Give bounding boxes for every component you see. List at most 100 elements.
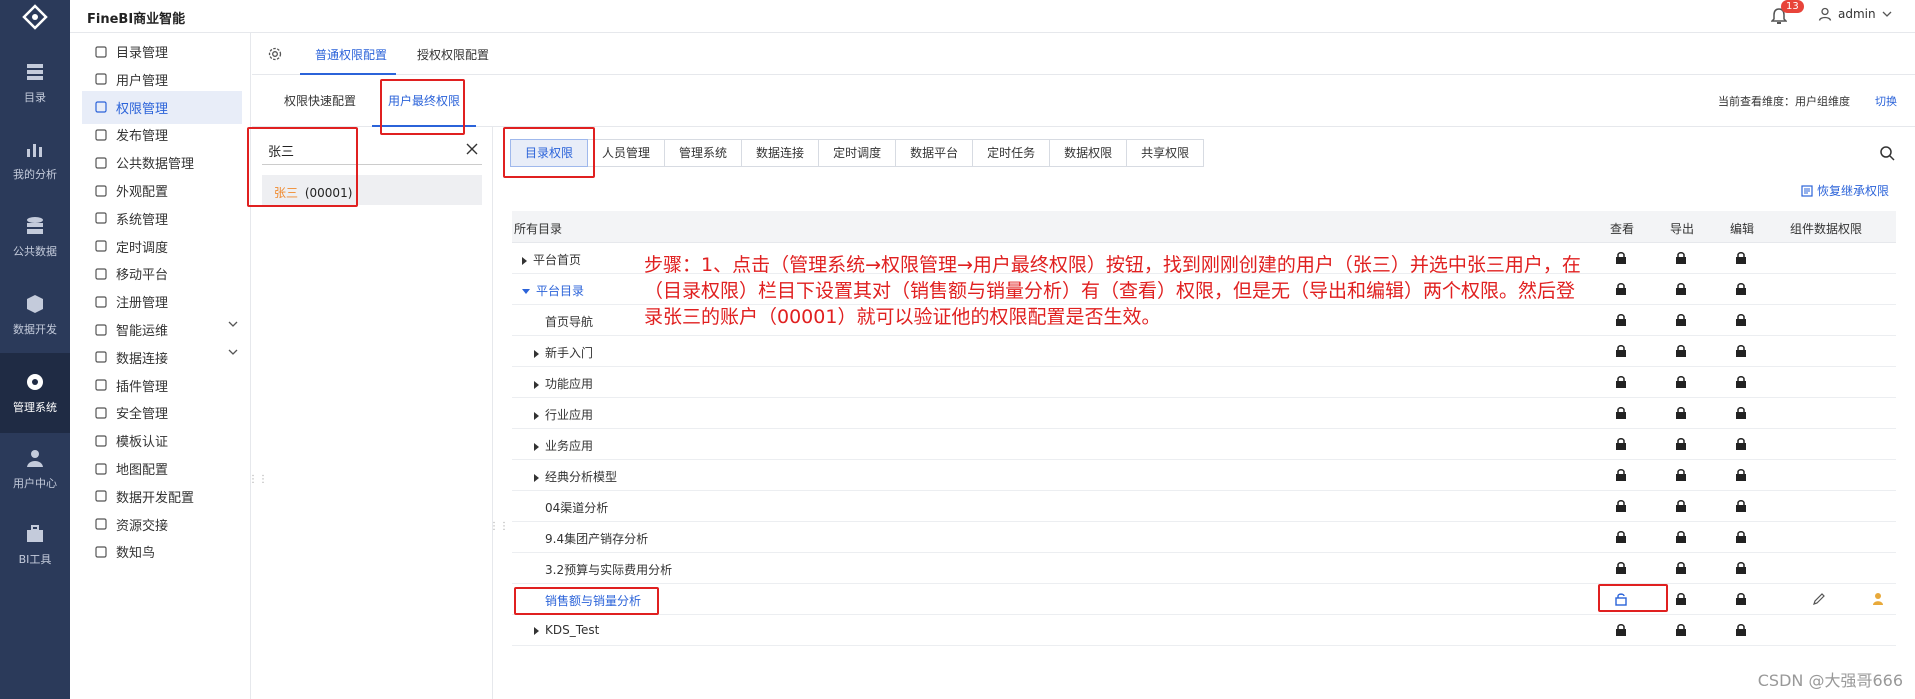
table-row[interactable]: 功能应用	[512, 367, 1896, 398]
nav-item-3[interactable]: 数据开发	[0, 275, 70, 355]
category-tab-3[interactable]: 数据连接	[742, 139, 820, 167]
expand-icon[interactable]	[534, 473, 539, 482]
edit-lock-icon[interactable]	[1735, 406, 1747, 420]
collapse-icon[interactable]	[522, 289, 530, 294]
view-lock-icon[interactable]	[1615, 406, 1627, 420]
export-lock-icon[interactable]	[1675, 499, 1687, 513]
nav-item-0[interactable]: 目录	[0, 43, 70, 123]
highlight-final-tab	[380, 79, 465, 135]
edit-lock-icon[interactable]	[1735, 313, 1747, 327]
export-lock-icon[interactable]	[1675, 530, 1687, 544]
export-lock-icon[interactable]	[1675, 375, 1687, 389]
expand-icon[interactable]	[522, 256, 527, 265]
edit-lock-icon[interactable]	[1735, 561, 1747, 575]
export-lock-icon[interactable]	[1675, 437, 1687, 451]
view-lock-icon[interactable]	[1615, 623, 1627, 637]
table-row[interactable]: 经典分析模型	[512, 460, 1896, 491]
view-lock-icon[interactable]	[1615, 251, 1627, 265]
category-tab-5[interactable]: 数据平台	[896, 139, 974, 167]
row-label: 9.4集团产销存分析	[545, 532, 649, 546]
table-row[interactable]: 04渠道分析	[512, 491, 1896, 522]
expand-icon[interactable]	[534, 442, 539, 451]
row-label: 04渠道分析	[545, 501, 609, 515]
sidebar-item-label: 智能运维	[116, 324, 169, 339]
edit-lock-icon[interactable]	[1735, 344, 1747, 358]
view-lock-icon[interactable]	[1615, 282, 1627, 296]
nav-label: 数据开发	[13, 323, 57, 336]
table-row[interactable]: 9.4集团产销存分析	[512, 522, 1896, 553]
sidebar-item-icon	[95, 435, 107, 447]
export-lock-icon[interactable]	[1675, 592, 1687, 606]
scope-label: 当前查看维度：用户组维度	[1718, 95, 1850, 108]
view-lock-icon[interactable]	[1615, 437, 1627, 451]
scope-switch-link[interactable]: 切换	[1875, 93, 1897, 109]
export-lock-icon[interactable]	[1675, 344, 1687, 358]
expand-icon[interactable]	[534, 411, 539, 420]
view-lock-icon[interactable]	[1615, 375, 1627, 389]
table-row[interactable]: 业务应用	[512, 429, 1896, 460]
tab-general-permission[interactable]: 普通权限配置	[315, 46, 387, 63]
edit-lock-icon[interactable]	[1735, 251, 1747, 265]
sidebar-item-label: 注册管理	[116, 296, 169, 312]
nav-item-6[interactable]: BI工具	[0, 505, 70, 585]
nav-item-5[interactable]: 用户中心	[0, 429, 70, 509]
edit-lock-icon[interactable]	[1735, 530, 1747, 544]
edit-lock-icon[interactable]	[1735, 623, 1747, 637]
expand-icon[interactable]	[534, 349, 539, 358]
export-lock-icon[interactable]	[1675, 313, 1687, 327]
export-lock-icon[interactable]	[1675, 406, 1687, 420]
view-lock-icon[interactable]	[1615, 313, 1627, 327]
table-row[interactable]: 3.2预算与实际费用分析	[512, 553, 1896, 584]
view-lock-icon[interactable]	[1615, 530, 1627, 544]
export-lock-icon[interactable]	[1675, 561, 1687, 575]
row-name: 新手入门	[534, 344, 593, 361]
nav-label: 用户中心	[13, 477, 57, 490]
nav-item-4[interactable]: 管理系统	[0, 353, 70, 433]
chevron-down-icon	[1882, 11, 1892, 17]
sidebar-item-18[interactable]: 数知鸟	[82, 535, 242, 568]
view-lock-icon[interactable]	[1615, 344, 1627, 358]
highlight-view-permission	[1598, 584, 1668, 612]
table-row[interactable]: 销售额与销量分析	[512, 584, 1896, 615]
edit-lock-icon[interactable]	[1735, 282, 1747, 296]
nav-item-2[interactable]: 公共数据	[0, 197, 70, 277]
table-row[interactable]: 新手入门	[512, 336, 1896, 367]
row-label: 功能应用	[545, 377, 594, 391]
view-lock-icon[interactable]	[1615, 499, 1627, 513]
search-icon[interactable]	[1879, 145, 1895, 161]
edit-lock-icon[interactable]	[1735, 468, 1747, 482]
nav-item-1[interactable]: 我的分析	[0, 120, 70, 200]
expand-icon[interactable]	[534, 626, 539, 635]
clear-icon[interactable]	[466, 143, 478, 155]
view-lock-icon[interactable]	[1615, 468, 1627, 482]
category-tab-7[interactable]: 数据权限	[1050, 139, 1128, 167]
tab-quick-config[interactable]: 权限快速配置	[284, 92, 356, 109]
user-menu[interactable]: admin	[1818, 7, 1892, 21]
export-lock-icon[interactable]	[1675, 468, 1687, 482]
tab-grant-permission[interactable]: 授权权限配置	[417, 46, 489, 63]
user-setting-icon[interactable]	[1872, 592, 1886, 606]
edit-lock-icon[interactable]	[1735, 375, 1747, 389]
view-lock-icon[interactable]	[1615, 561, 1627, 575]
edit-pencil-icon[interactable]	[1812, 592, 1826, 606]
nav-label: 管理系统	[13, 401, 57, 414]
logo[interactable]	[0, 0, 70, 33]
export-lock-icon[interactable]	[1675, 282, 1687, 296]
edit-lock-icon[interactable]	[1735, 437, 1747, 451]
username: admin	[1838, 7, 1876, 21]
restore-inherit-button[interactable]: 恢复继承权限	[1801, 182, 1889, 199]
settings-icon[interactable]	[268, 47, 282, 61]
category-tab-2[interactable]: 管理系统	[665, 139, 743, 167]
table-row[interactable]: 行业应用	[512, 398, 1896, 429]
category-tab-8[interactable]: 共享权限	[1127, 139, 1205, 167]
category-tab-1[interactable]: 人员管理	[588, 139, 666, 167]
edit-lock-icon[interactable]	[1735, 592, 1747, 606]
expand-icon[interactable]	[534, 380, 539, 389]
export-lock-icon[interactable]	[1675, 623, 1687, 637]
export-lock-icon[interactable]	[1675, 251, 1687, 265]
table-row[interactable]: KDS_Test	[512, 615, 1896, 646]
category-tab-6[interactable]: 定时任务	[973, 139, 1051, 167]
category-tab-4[interactable]: 定时调度	[819, 139, 897, 167]
edit-lock-icon[interactable]	[1735, 499, 1747, 513]
sidebar-item-label: 资源交接	[116, 518, 169, 534]
